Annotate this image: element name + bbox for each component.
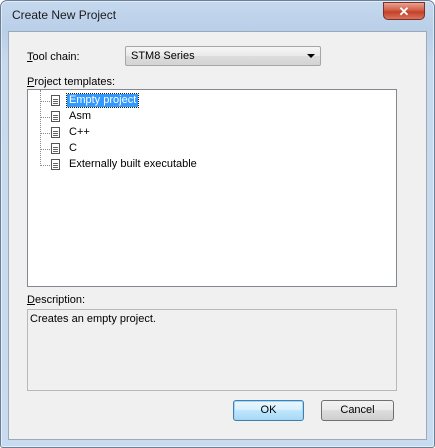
- document-icon: [51, 127, 60, 138]
- ok-button[interactable]: OK: [233, 400, 304, 421]
- template-item-label: C: [69, 142, 77, 154]
- close-button[interactable]: ✕: [383, 2, 425, 20]
- cancel-button[interactable]: Cancel: [321, 400, 394, 421]
- document-icon: [51, 143, 60, 154]
- tree-connector: [40, 117, 50, 118]
- chevron-down-icon: [307, 54, 315, 58]
- template-item-cpp[interactable]: C++: [28, 125, 328, 141]
- template-item-empty-project[interactable]: Empty project: [28, 93, 328, 109]
- template-item-label: Asm: [69, 110, 91, 122]
- toolchain-label: Tool chain:: [27, 51, 80, 63]
- description-text: Creates an empty project.: [30, 313, 156, 325]
- toolchain-selected-value: STM8 Series: [131, 50, 195, 62]
- template-item-label: Externally built executable: [69, 158, 197, 170]
- template-item-label: C++: [69, 126, 90, 138]
- window-title: Create New Project: [12, 8, 117, 22]
- document-icon: [51, 95, 60, 106]
- templates-tree[interactable]: Empty project Asm C++ C Externally built…: [27, 89, 397, 287]
- template-item-external[interactable]: Externally built executable: [28, 157, 328, 173]
- tree-connector: [40, 149, 50, 150]
- template-item-label: Empty project: [65, 93, 140, 108]
- tree-connector: [40, 133, 50, 134]
- description-box: Creates an empty project.: [27, 309, 397, 391]
- templates-label: Project templates:: [27, 76, 116, 88]
- description-label: Description:: [27, 294, 86, 306]
- toolchain-select[interactable]: STM8 Series: [125, 46, 321, 66]
- document-icon: [51, 111, 60, 122]
- tree-connector: [40, 165, 50, 166]
- template-item-asm[interactable]: Asm: [28, 109, 328, 125]
- document-icon: [51, 159, 60, 170]
- template-item-c[interactable]: C: [28, 141, 328, 157]
- tree-connector: [40, 101, 50, 102]
- close-icon: ✕: [398, 4, 410, 19]
- title-bar[interactable]: Create New Project ✕: [1, 1, 434, 31]
